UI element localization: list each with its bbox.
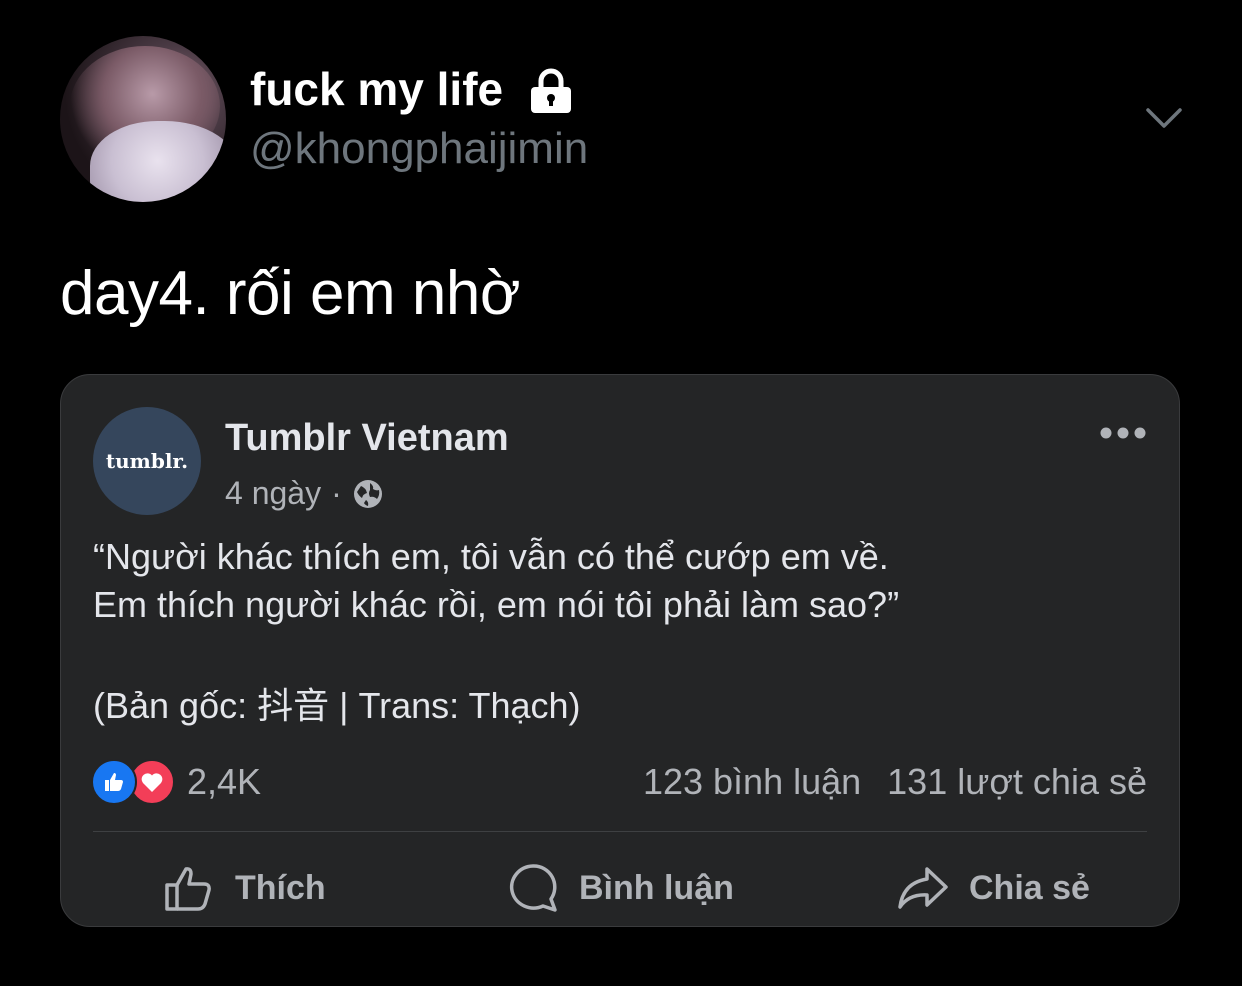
share-label: Chia sẻ: [969, 868, 1090, 907]
display-name-text: fuck my life: [250, 63, 504, 115]
page-avatar[interactable]: tumblr.: [93, 407, 201, 515]
post-stats: 123 bình luận 131 lượt chia sẻ: [643, 761, 1147, 803]
user-avatar[interactable]: [60, 36, 226, 202]
globe-icon: [353, 479, 382, 508]
lock-icon: [531, 68, 572, 113]
share-button[interactable]: Chia sẻ: [897, 863, 1090, 913]
embedded-post-card[interactable]: tumblr. Tumblr Vietnam 4 ngày · “Người k…: [60, 374, 1180, 927]
display-name[interactable]: fuck my life: [250, 62, 573, 116]
reactions-summary[interactable]: 2,4K: [91, 759, 261, 805]
shares-count[interactable]: 131 lượt chia sẻ: [887, 761, 1147, 802]
comment-label: Bình luận: [579, 868, 734, 907]
reaction-count: 2,4K: [187, 761, 262, 802]
user-handle[interactable]: @khongphaijimin: [250, 124, 588, 174]
meta-separator: ·: [331, 475, 342, 511]
share-icon: [898, 867, 948, 909]
post-body-line: “Người khác thích em, tôi vẫn có thể cướ…: [93, 536, 889, 577]
like-label: Thích: [235, 868, 326, 907]
chevron-down-icon[interactable]: [1146, 104, 1182, 132]
post-body-line: Em thích người khác rồi, em nói tôi phải…: [93, 584, 900, 625]
like-reaction-icon: [91, 759, 137, 805]
tweet-text: day4. rối em nhờ: [60, 259, 521, 328]
post-source: (Bản gốc: 抖音 | Trans: Thạch): [93, 685, 581, 726]
more-icon[interactable]: [1099, 425, 1147, 441]
tweet-screen: fuck my life @khongphaijimin day4. rối e…: [0, 0, 1242, 986]
thumbs-up-icon: [165, 867, 211, 911]
comment-icon: [509, 864, 557, 912]
like-button[interactable]: Thích: [163, 863, 326, 913]
page-avatar-logo: tumblr.: [105, 449, 189, 473]
post-time[interactable]: 4 ngày: [225, 475, 321, 512]
comments-count[interactable]: 123 bình luận: [643, 761, 861, 802]
comment-button[interactable]: Bình luận: [507, 863, 734, 913]
post-body: “Người khác thích em, tôi vẫn có thể cướ…: [93, 533, 899, 629]
post-meta: 4 ngày ·: [225, 475, 384, 512]
page-name[interactable]: Tumblr Vietnam: [225, 417, 509, 460]
divider: [93, 831, 1147, 832]
